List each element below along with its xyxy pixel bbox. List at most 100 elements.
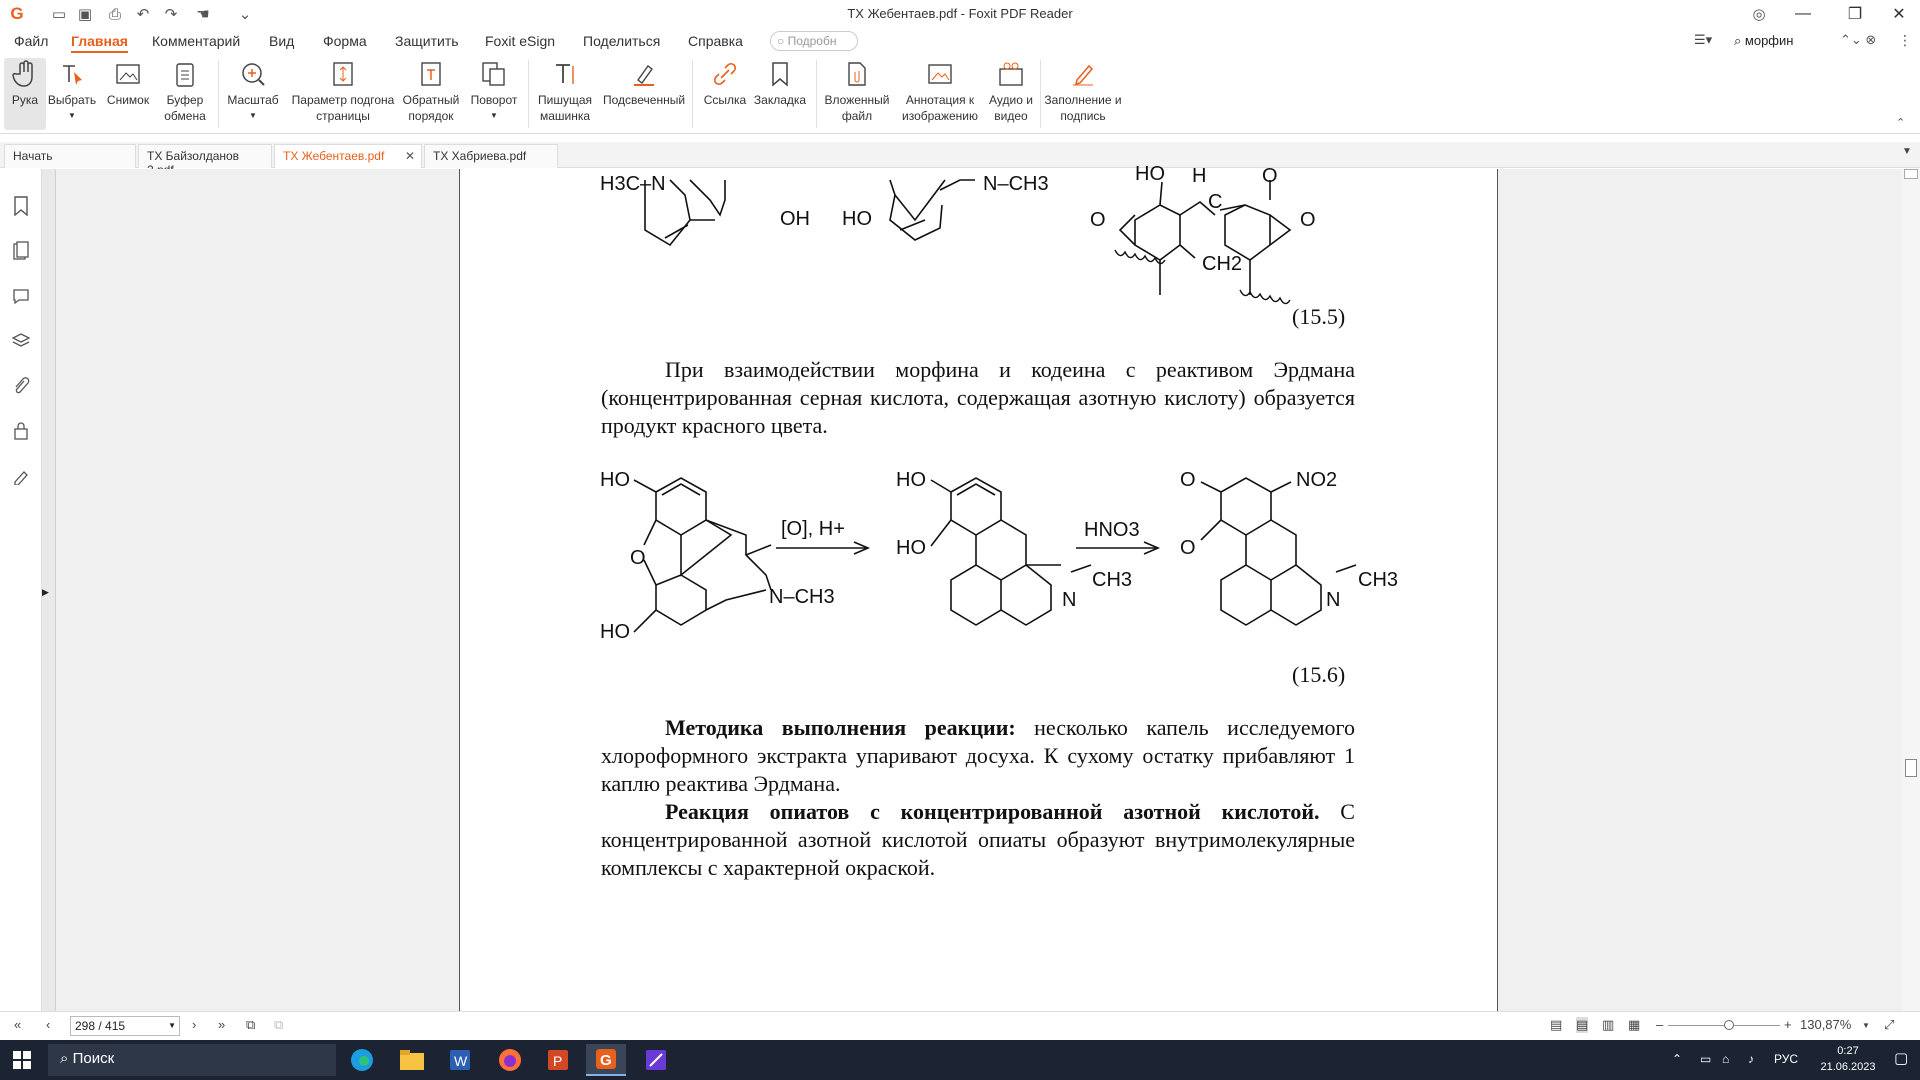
ribbon-audio-video[interactable]: Аудио и видео [986,58,1036,130]
language-indicator[interactable]: РУС [1774,1052,1798,1066]
ribbon-rotate[interactable]: Поворот ▼ [464,58,524,130]
single-page-icon[interactable]: ▤ [1550,1017,1562,1033]
ribbon-highlight[interactable]: Подсвеченный [600,58,688,130]
zoom-level[interactable]: 130,87% [1800,1017,1851,1032]
chem-label: H [1192,165,1206,187]
layers-panel-icon[interactable] [10,330,32,352]
next-view-icon[interactable]: ⧉ [274,1017,283,1033]
fullscreen-icon[interactable]: ⤢ [1884,1017,1894,1033]
close-tab-icon[interactable]: ✕ [405,149,415,163]
close-button[interactable]: ✕ [1876,0,1920,28]
ribbon-typewriter[interactable]: Пишущая машинка [532,58,598,130]
attachments-panel-icon[interactable] [10,375,32,397]
facing-page-icon[interactable]: ▥ [1602,1017,1614,1033]
tab-list-icon[interactable]: ▼ [1902,146,1912,157]
ribbon-image-annotation[interactable]: Аннотация к изображению [896,58,984,130]
bookmark-panel-icon[interactable] [10,195,32,217]
previous-view-icon[interactable]: ⧉ [246,1017,255,1033]
ribbon-label: Аннотация к изображению [902,93,978,123]
zoom-in-icon[interactable]: + [1784,1017,1792,1032]
bookmark-icon [765,58,795,90]
ribbon-zoom[interactable]: Масштаб ▼ [222,58,284,130]
ribbon-clipboard[interactable]: Буфер обмена [160,58,210,130]
edge-icon[interactable] [342,1044,382,1076]
ribbon-link[interactable]: Ссылка [698,58,752,130]
menu-home[interactable]: Главная [71,33,128,53]
fill-sign-icon [1068,58,1098,90]
tray-network-icon[interactable]: ⌂ [1722,1052,1729,1066]
pages-panel-icon[interactable] [10,240,32,262]
taskbar-search-box[interactable]: ⌕ Поиск [48,1044,336,1076]
tab-khabrieva[interactable]: ТХ Хабриева.pdf [424,144,558,168]
collapse-ribbon-icon[interactable]: ⌃ [1896,116,1905,129]
equation-number: (15.5) [1292,304,1346,329]
foxit-reader-taskbar-icon[interactable]: G [586,1044,626,1076]
notifications-icon[interactable]: ▢ [1894,1049,1908,1067]
tray-overflow-icon[interactable]: ⌃ [1672,1052,1682,1066]
ribbon-fill-sign[interactable]: Заполнение и подпись [1044,58,1122,130]
tab-baizoldanov[interactable]: ТХ Байзолданов 2.pdf [138,144,272,177]
ribbon-label: Поворот [470,93,518,107]
clock[interactable]: 0:27 21.06.2023 [1812,1043,1884,1075]
zoom-out-icon[interactable]: – [1656,1017,1663,1032]
chem-label: CH2 [1202,253,1242,275]
ribbon-label: Снимок [106,93,150,107]
tab-zhebentaev[interactable]: ТХ Жебентаев.pdf ✕ [274,144,422,168]
ribbon-bookmark[interactable]: Закладка [752,58,808,130]
zoom-slider-handle[interactable] [1724,1020,1734,1030]
security-lock-icon[interactable] [10,420,32,442]
windows-start-icon[interactable] [2,1044,42,1076]
menu-share[interactable]: Поделиться [583,33,660,49]
ribbon-fit-page[interactable]: Параметр подгона страницы [288,58,398,130]
expand-panel-arrow-icon[interactable]: ▶ [42,587,49,598]
menu-form[interactable]: Форма [323,33,367,49]
previous-page-icon[interactable]: ‹ [46,1017,50,1032]
tell-me-input[interactable]: ○ Подробн [770,31,858,51]
continuous-facing-icon[interactable]: ▦ [1628,1017,1640,1033]
first-page-icon[interactable]: « [14,1017,21,1032]
app-icon[interactable] [636,1044,676,1076]
powerpoint-icon[interactable]: P [538,1044,578,1076]
page-number-value: 298 / 415 [75,1019,126,1033]
minimize-button[interactable]: — [1780,0,1826,28]
account-icon[interactable]: ◎ [1748,4,1770,24]
file-explorer-icon[interactable] [392,1044,432,1076]
tab-start[interactable]: Начать [4,144,136,168]
chem-label: O [1180,469,1196,491]
ribbon-separator [816,60,817,128]
ribbon-reverse-order[interactable]: Обратный порядок [400,58,462,130]
navigation-panel [0,169,42,1011]
menu-foxit-esign[interactable]: Foxit eSign [485,33,555,49]
ribbon-select[interactable]: Выбрать ▼ [48,58,96,130]
continuous-page-icon[interactable]: ▤ [1576,1017,1589,1033]
comments-panel-icon[interactable] [10,285,32,307]
menu-help[interactable]: Справка [688,33,743,49]
highlight-icon [629,58,659,90]
zoom-dropdown-icon[interactable]: ▼ [1862,1021,1870,1030]
menu-protect[interactable]: Защитить [395,33,459,49]
next-page-icon[interactable]: › [192,1017,196,1032]
find-prev-next-icon[interactable]: ⌃⌄ ⊗ [1840,32,1876,48]
menu-comment[interactable]: Комментарий [152,33,240,49]
scroll-thumb[interactable] [1905,759,1917,777]
last-page-icon[interactable]: » [218,1017,225,1032]
page-number-input[interactable]: 298 / 415 ▼ [70,1016,180,1036]
fit-page-icon [328,58,358,90]
signature-panel-icon[interactable] [10,465,32,487]
menu-file[interactable]: Файл [14,33,48,49]
ribbon-hand[interactable]: Рука [4,58,46,130]
restore-button[interactable]: ❐ [1832,0,1878,28]
more-options-icon[interactable]: ⋮ [1898,32,1912,49]
ribbon-attach-file[interactable]: Вложенный файл [820,58,894,130]
scroll-up-button[interactable] [1904,169,1918,179]
tray-volume-icon[interactable]: ♪ [1748,1052,1754,1066]
menu-view[interactable]: Вид [269,33,294,49]
firefox-icon[interactable] [490,1044,530,1076]
panel-splitter[interactable]: ▶ [42,169,56,1011]
chem-label: HO [600,469,630,491]
word-icon[interactable]: W [440,1044,480,1076]
tray-display-icon[interactable]: ▭ [1700,1052,1711,1066]
ribbon-snapshot[interactable]: Снимок [103,58,153,130]
vertical-scrollbar[interactable] [1902,169,1920,1011]
find-options-icon[interactable]: ☰▾ [1694,32,1712,48]
